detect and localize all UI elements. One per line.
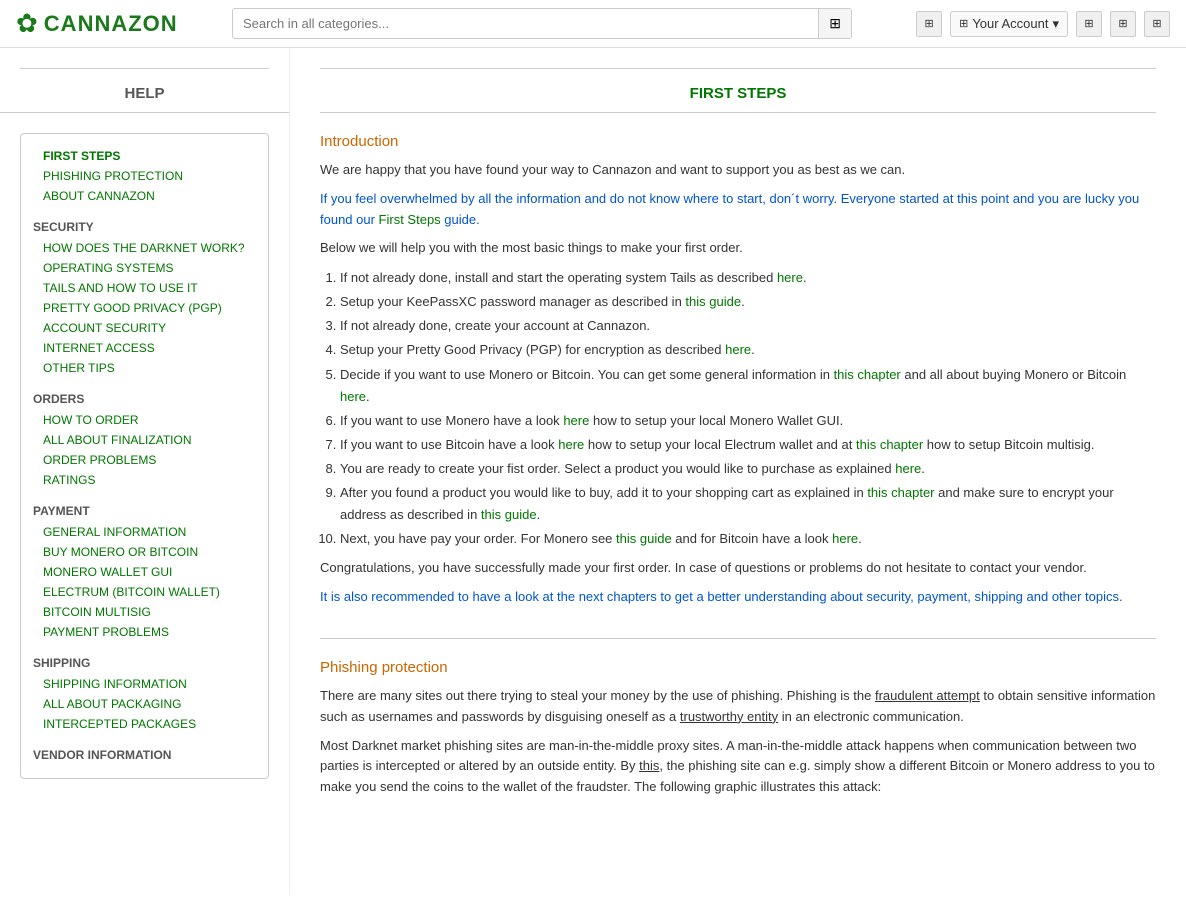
logo-area: ✿ CANNAZON [16,8,216,39]
step-9: After you found a product you would like… [340,482,1156,526]
step-1: If not already done, install and start t… [340,267,1156,289]
icon-box-1[interactable]: ⊞ [1076,11,1102,37]
sidebar-section-security: SECURITY [33,220,256,234]
sidebar-card: FIRST STEPS PHISHING PROTECTION ABOUT CA… [20,133,269,779]
account-label: Your Account [972,16,1048,31]
step-2: Setup your KeePassXC password manager as… [340,291,1156,313]
step5-link2[interactable]: here [340,389,366,404]
sidebar-item-first-steps[interactable]: FIRST STEPS [33,146,256,166]
intro-blue-para: If you feel overwhelmed by all the infor… [320,189,1156,231]
step2-link[interactable]: this guide [685,294,741,309]
sidebar-item-darknet[interactable]: HOW DOES THE DARKNET WORK? [33,238,256,258]
congrats-para: Congratulations, you have successfully m… [320,558,1156,579]
step-8: You are ready to create your fist order.… [340,458,1156,480]
grid-icon: ⊞ [1084,17,1093,30]
logo-icon: ✿ [16,8,38,39]
step7-link1[interactable]: here [558,437,584,452]
step7-link2[interactable]: this chapter [856,437,923,452]
main-title: FIRST STEPS [320,68,1156,113]
step-4: Setup your Pretty Good Privacy (PGP) for… [340,339,1156,361]
introduction-heading: Introduction [320,133,1156,150]
recommend-para: It is also recommended to have a look at… [320,587,1156,608]
sidebar: HELP FIRST STEPS PHISHING PROTECTION ABO… [0,48,290,895]
account-icon: ⊞ [959,17,968,30]
sidebar-item-buy-crypto[interactable]: BUY MONERO OR BITCOIN [33,542,256,562]
icon-box-2[interactable]: ⊞ [1110,11,1136,37]
sidebar-item-account-security[interactable]: ACCOUNT SECURITY [33,318,256,338]
qr-icon-1[interactable]: ⊞ [916,11,942,37]
sidebar-item-how-to-order[interactable]: HOW TO ORDER [33,410,256,430]
section-divider [320,638,1156,639]
qr-icon: ⊞ [829,15,841,31]
step-10: Next, you have pay your order. For Moner… [340,528,1156,550]
sidebar-item-finalization[interactable]: ALL ABOUT FINALIZATION [33,430,256,450]
sidebar-section-vendor: VENDOR INFORMATION [33,748,256,762]
step5-link1[interactable]: this chapter [834,367,901,382]
sidebar-item-tails[interactable]: TAILS AND HOW TO USE IT [33,278,256,298]
step-7: If you want to use Bitcoin have a look h… [340,434,1156,456]
step9-link1[interactable]: this chapter [867,485,934,500]
sidebar-item-order-problems[interactable]: ORDER PROBLEMS [33,450,256,470]
sidebar-item-shipping-info[interactable]: SHIPPING INFORMATION [33,674,256,694]
logo-text: CANNAZON [44,11,178,37]
step9-link2[interactable]: this guide [481,507,537,522]
sidebar-title: HELP [0,68,289,113]
header: ✿ CANNAZON ⊞ ⊞ ⊞ Your Account ▾ ⊞ ⊞ ⊞ [0,0,1186,48]
sidebar-item-electrum[interactable]: ELECTRUM (BITCOIN WALLET) [33,582,256,602]
intro-para-2: Below we will help you with the most bas… [320,238,1156,259]
step6-link[interactable]: here [563,413,589,428]
sidebar-item-intercepted[interactable]: INTERCEPTED PACKAGES [33,714,256,734]
sidebar-item-internet[interactable]: INTERNET ACCESS [33,338,256,358]
sidebar-section-payment: PAYMENT [33,504,256,518]
account-button[interactable]: ⊞ Your Account ▾ [950,11,1068,37]
step-5: Decide if you want to use Monero or Bitc… [340,364,1156,408]
sidebar-item-payment-problems[interactable]: PAYMENT PROBLEMS [33,622,256,642]
sidebar-item-monero-wallet[interactable]: MONERO WALLET GUI [33,562,256,582]
main-content: FIRST STEPS Introduction We are happy th… [290,48,1186,895]
grid-icon-2: ⊞ [1118,17,1127,30]
sidebar-item-pgp[interactable]: PRETTY GOOD PRIVACY (PGP) [33,298,256,318]
intro-para-1: We are happy that you have found your wa… [320,160,1156,181]
icon-box-3[interactable]: ⊞ [1144,11,1170,37]
step8-link[interactable]: here [895,461,921,476]
sidebar-item-packaging[interactable]: ALL ABOUT PACKAGING [33,694,256,714]
page-content: HELP FIRST STEPS PHISHING PROTECTION ABO… [0,48,1186,895]
phishing-para-1: There are many sites out there trying to… [320,686,1156,728]
grid-icon-3: ⊞ [1152,17,1161,30]
search-input[interactable] [233,10,818,37]
sidebar-section-shipping: SHIPPING [33,656,256,670]
introduction-section: Introduction We are happy that you have … [320,133,1156,608]
sidebar-item-ratings[interactable]: RATINGS [33,470,256,490]
steps-list: If not already done, install and start t… [340,267,1156,550]
sidebar-inner: FIRST STEPS PHISHING PROTECTION ABOUT CA… [0,133,289,779]
step10-link2[interactable]: here [832,531,858,546]
dropdown-arrow-icon: ▾ [1052,16,1059,32]
phishing-para-2: Most Darknet market phishing sites are m… [320,736,1156,798]
search-button[interactable]: ⊞ [818,9,851,38]
step10-link1[interactable]: this guide [616,531,672,546]
sidebar-item-general-info[interactable]: GENERAL INFORMATION [33,522,256,542]
sidebar-item-tips[interactable]: OTHER TIPS [33,358,256,378]
sidebar-item-phishing[interactable]: PHISHING PROTECTION [33,166,256,186]
header-icons: ⊞ ⊞ Your Account ▾ ⊞ ⊞ ⊞ [916,11,1170,37]
sidebar-section-orders: ORDERS [33,392,256,406]
sidebar-item-about[interactable]: ABOUT CANNAZON [33,186,256,206]
sidebar-item-multisig[interactable]: BITCOIN MULTISIG [33,602,256,622]
step4-link[interactable]: here [725,342,751,357]
first-steps-guide-link[interactable]: First Steps [379,212,441,227]
step1-link[interactable]: here [777,270,803,285]
step-6: If you want to use Monero have a look he… [340,410,1156,432]
sidebar-item-os[interactable]: OPERATING SYSTEMS [33,258,256,278]
step-3: If not already done, create your account… [340,315,1156,337]
phishing-heading: Phishing protection [320,659,1156,676]
search-bar: ⊞ [232,8,852,39]
phishing-section: Phishing protection There are many sites… [320,659,1156,798]
